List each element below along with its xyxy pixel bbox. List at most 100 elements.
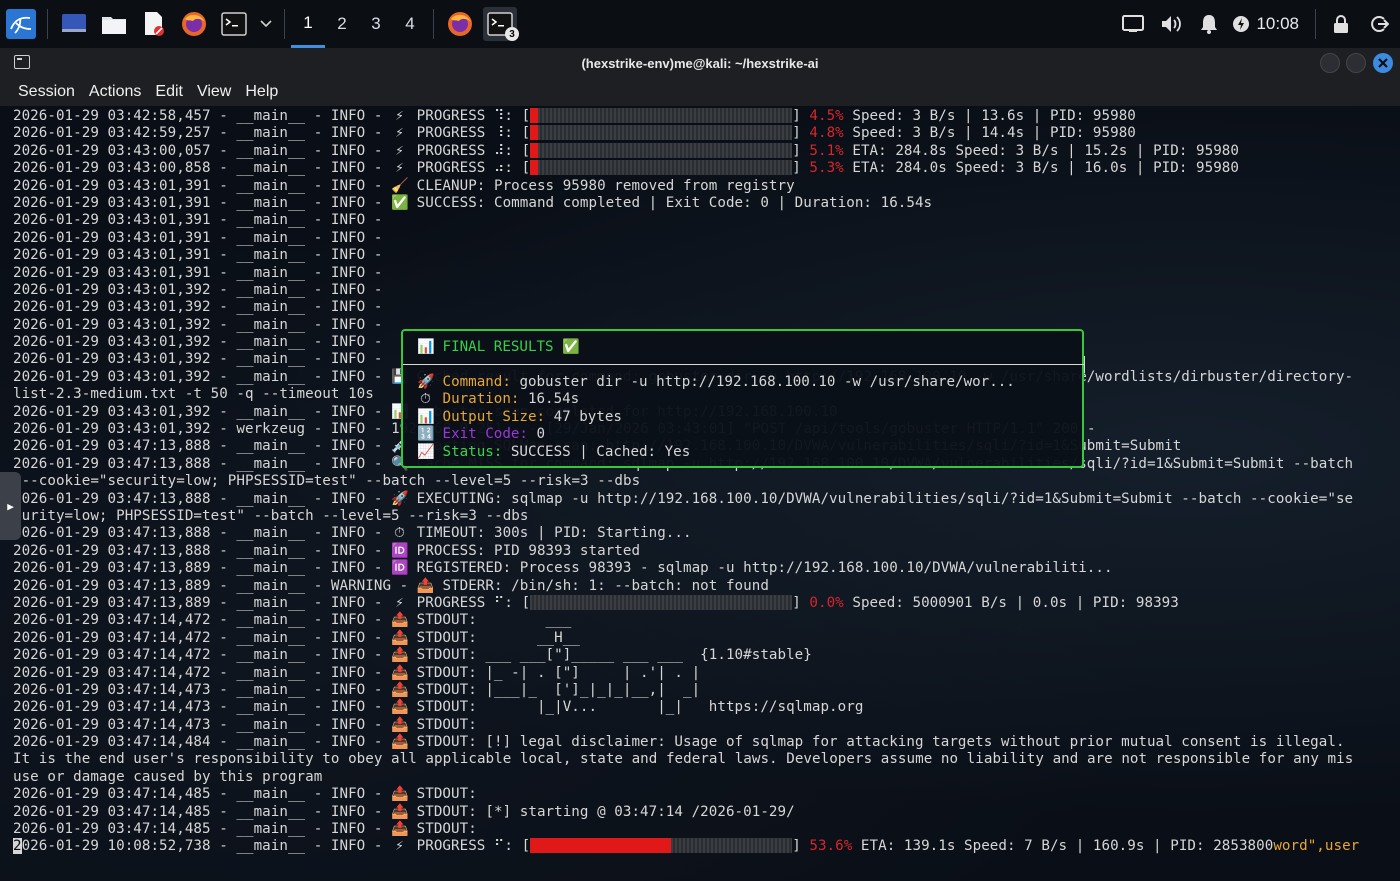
log-level: INFO [330, 594, 366, 611]
log-line: 2026-01-29 03:43:01,391 - __main__ - INF… [13, 178, 1359, 195]
kali-menu-icon[interactable] [4, 7, 38, 41]
log-level: INFO [330, 525, 366, 542]
log-space [408, 647, 417, 663]
log-line: 2026-01-29 03:43:01,391 - __main__ - INF… [13, 195, 1359, 212]
log-space [408, 160, 417, 176]
progress-bracket: ] [792, 125, 810, 142]
log-separator: - [210, 821, 237, 838]
log-separator: - [365, 786, 392, 803]
log-space [408, 543, 417, 559]
log-space [408, 525, 417, 541]
menu-actions[interactable]: Actions [89, 83, 141, 101]
notification-bell-icon[interactable] [1192, 7, 1226, 41]
log-separator: - [210, 125, 237, 142]
log-timestamp: 2026-01-29 03:43:00,057 [13, 142, 211, 159]
progress-bracket: ] [792, 108, 810, 124]
menu-view[interactable]: View [197, 83, 231, 101]
log-module: __main__ [236, 108, 306, 124]
log-level: INFO [330, 647, 366, 664]
power-status-icon[interactable] [1230, 7, 1252, 41]
log-separator: - [365, 160, 392, 177]
log-timestamp: 2026-01-29 03:47:14,473 [13, 699, 211, 716]
logout-icon[interactable] [1362, 7, 1396, 41]
log-line: --cookie="security=low; PHPSESSID=test" … [13, 473, 1359, 490]
workspace-2-button[interactable]: 2 [325, 0, 359, 48]
log-separator: - [305, 334, 331, 351]
result-label: Duration: [442, 391, 520, 408]
text-editor-icon[interactable] [137, 7, 171, 41]
log-level: INFO [330, 229, 366, 246]
terminal-icon [14, 55, 30, 69]
sidebar-expand-handle[interactable]: ▶ [0, 472, 21, 540]
log-timestamp: 2026-01-29 03:47:14,473 [13, 681, 211, 698]
maximize-button[interactable] [1346, 53, 1366, 73]
firefox-icon[interactable] [177, 7, 211, 41]
log-module: __main__ [236, 368, 306, 385]
log-module: __main__ [236, 803, 306, 820]
log-level: INFO [330, 125, 366, 142]
close-button[interactable] [1373, 53, 1393, 73]
log-separator: - [365, 421, 392, 438]
log-icon: 📤 [391, 612, 409, 629]
progress-bracket: [ [513, 160, 531, 177]
menu-help[interactable]: Help [245, 83, 278, 101]
chevron-down-icon[interactable] [257, 7, 275, 41]
progress-stats: Speed: 3 B/s | 13.6s | PID: 95980 [843, 108, 1136, 124]
log-separator: - [365, 594, 392, 611]
screen-icon[interactable] [1116, 7, 1150, 41]
log-level: INFO [330, 368, 366, 385]
log-separator: - [305, 177, 331, 194]
menu-edit[interactable]: Edit [155, 83, 183, 101]
show-desktop-icon[interactable] [57, 7, 91, 41]
log-module: __main__ [236, 542, 306, 559]
log-separator: - [365, 664, 392, 681]
log-timestamp: 2026-01-29 03:47:14,485 [13, 786, 211, 803]
log-separator: - [210, 281, 237, 298]
log-module: __main__ [236, 525, 306, 542]
log-level: INFO [330, 803, 366, 820]
minimize-button[interactable] [1320, 53, 1340, 73]
log-level: INFO [330, 455, 366, 472]
log-separator: - [365, 229, 392, 246]
terminal-launcher-icon[interactable] [217, 7, 251, 41]
log-icon: 📤 [391, 629, 409, 646]
firefox-window-icon[interactable] [443, 7, 477, 41]
lock-icon[interactable] [1324, 7, 1358, 41]
clock[interactable]: 10:08 [1256, 14, 1299, 34]
log-level: INFO [330, 664, 366, 681]
log-module: __main__ [236, 647, 306, 664]
log-separator: - [210, 421, 237, 438]
window-titlebar[interactable]: (hexstrike-env)me@kali: ~/hexstrike-ai [0, 48, 1400, 78]
workspace-1-button[interactable]: 1 [291, 0, 325, 48]
log-space [408, 838, 417, 854]
log-line: 2026-01-29 03:47:14,485 - __main__ - INF… [13, 821, 1359, 838]
workspace-3-button[interactable]: 3 [359, 0, 393, 48]
final-results-title: FINAL RESULTS [442, 339, 554, 355]
taskbar: 1 2 3 4 3 10:08 [0, 0, 1400, 49]
log-separator: - [210, 490, 237, 507]
log-message: STDOUT: __H__ [416, 629, 580, 646]
log-continuation: list-2.3-medium.txt -t 50 -q --timeout 1… [13, 386, 374, 403]
log-separator: - [305, 142, 331, 159]
progress-bar-fill [530, 125, 539, 141]
log-separator: - [210, 612, 237, 629]
log-module: __main__ [236, 316, 306, 333]
log-line: 2026-01-29 03:47:14,485 - __main__ - INF… [13, 786, 1359, 803]
result-value: SUCCESS | Cached: Yes [510, 443, 691, 460]
file-manager-icon[interactable] [97, 7, 131, 41]
log-level: INFO [330, 490, 366, 507]
log-separator: - [210, 438, 237, 455]
results-divider [403, 356, 1085, 373]
log-timestamp: 2026-01-29 03:43:01,391 [13, 229, 211, 246]
log-space [408, 195, 417, 211]
log-separator: - [365, 212, 392, 229]
log-separator: - [210, 838, 237, 855]
volume-icon[interactable] [1154, 7, 1188, 41]
log-timestamp: 2026-01-29 03:43:01,391 [13, 247, 211, 264]
progress-bracket: ] [792, 160, 810, 177]
log-module: __main__ [236, 264, 306, 281]
menu-session[interactable]: Session [18, 83, 75, 101]
terminal-output[interactable]: 2026-01-29 03:42:58,457 - __main__ - INF… [0, 106, 1400, 881]
workspace-4-button[interactable]: 4 [393, 0, 427, 48]
terminal-window-icon[interactable]: 3 [483, 7, 519, 41]
